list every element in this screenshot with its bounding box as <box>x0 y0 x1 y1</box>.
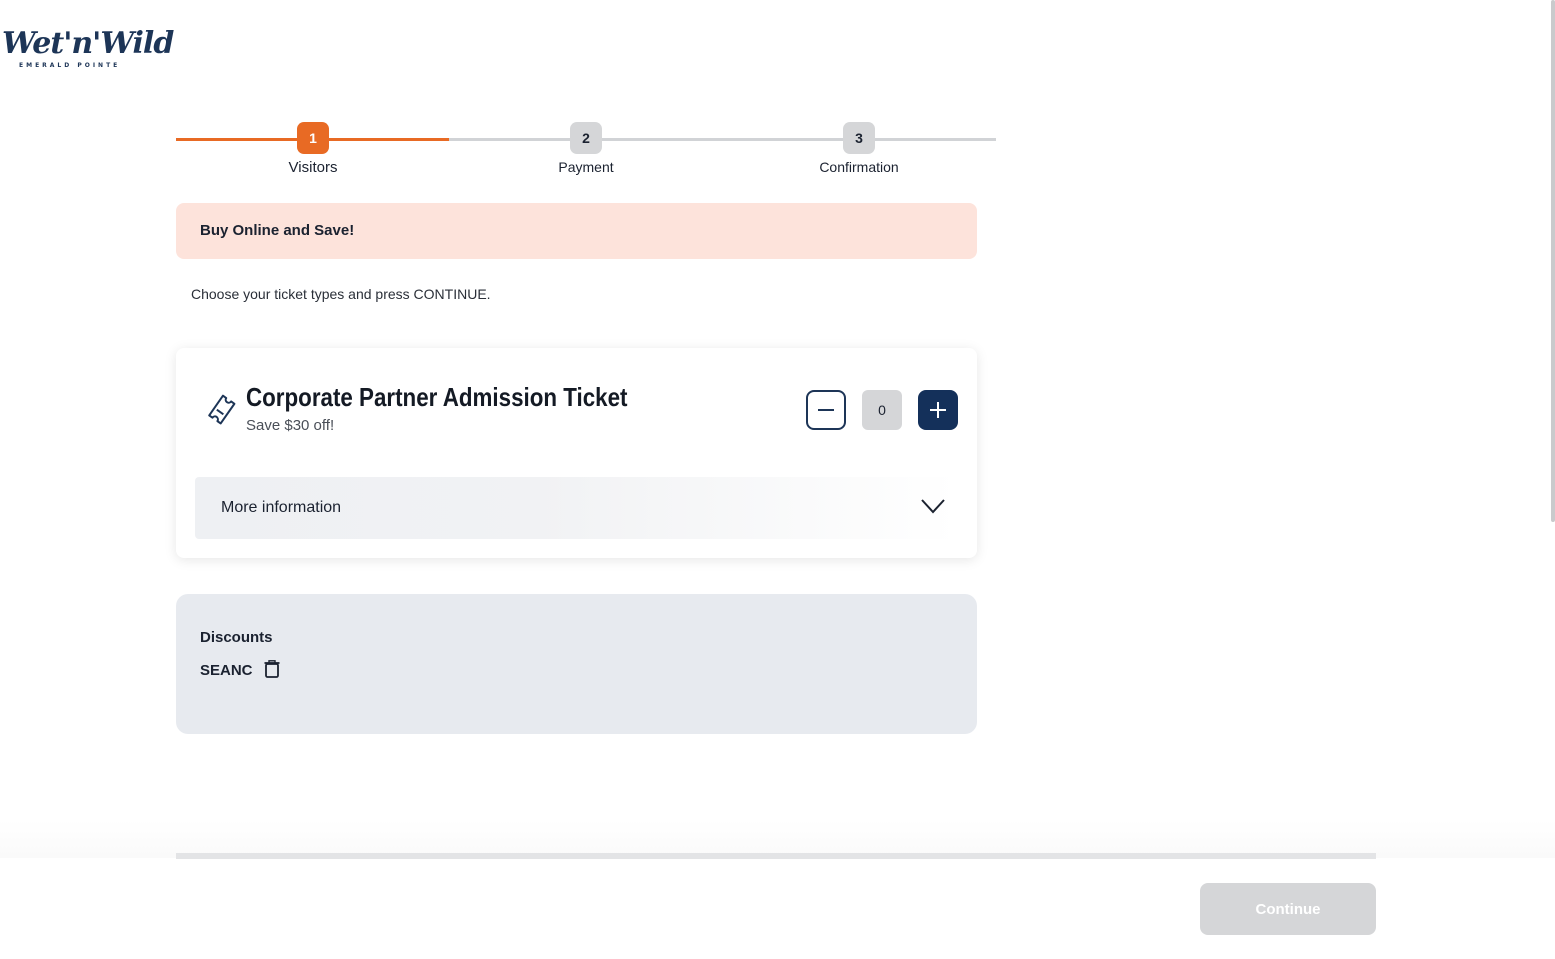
more-information-toggle[interactable]: More information <box>195 477 958 539</box>
quantity-value: 0 <box>862 390 902 430</box>
step-number-badge: 3 <box>843 122 875 154</box>
step-visitors: 1 Visitors <box>253 122 373 176</box>
step-number-badge: 2 <box>570 122 602 154</box>
promo-banner: Buy Online and Save! <box>176 203 977 259</box>
more-information-label: More information <box>221 499 342 516</box>
ticket-title: Corporate Partner Admission Ticket <box>246 382 628 412</box>
ticket-subtitle: Save $30 off! <box>246 417 335 434</box>
discounts-panel: Discounts SEANC <box>176 594 977 734</box>
step-label: Confirmation <box>819 159 899 175</box>
step-payment: 2 Payment <box>526 122 646 175</box>
page-scrollbar[interactable] <box>1551 0 1555 522</box>
ticket-card: Corporate Partner Admission Ticket Save … <box>176 348 977 558</box>
decrease-quantity-button[interactable] <box>806 390 846 430</box>
footer-divider <box>176 853 1376 859</box>
logo-subtitle: EMERALD POINTE <box>19 62 121 69</box>
step-label: Payment <box>558 159 614 175</box>
continue-button[interactable]: Continue <box>1200 883 1376 935</box>
step-label: Visitors <box>288 159 338 176</box>
brand-logo[interactable]: Wet'n'Wild EMERALD POINTE <box>0 26 174 74</box>
ticket-icon <box>204 392 238 426</box>
checkout-stepper: 1 Visitors 2 Payment 3 Confirmation <box>176 122 996 182</box>
step-confirmation: 3 Confirmation <box>799 122 919 175</box>
discount-code: SEANC <box>200 662 253 679</box>
logo-wordmark: Wet'n'Wild <box>2 26 174 61</box>
increase-quantity-button[interactable] <box>918 390 958 430</box>
step-number-badge: 1 <box>297 122 329 154</box>
discounts-title: Discounts <box>200 629 273 646</box>
chevron-down-icon <box>920 497 946 515</box>
instructions-text: Choose your ticket types and press CONTI… <box>191 286 491 302</box>
trash-icon[interactable] <box>264 660 280 678</box>
